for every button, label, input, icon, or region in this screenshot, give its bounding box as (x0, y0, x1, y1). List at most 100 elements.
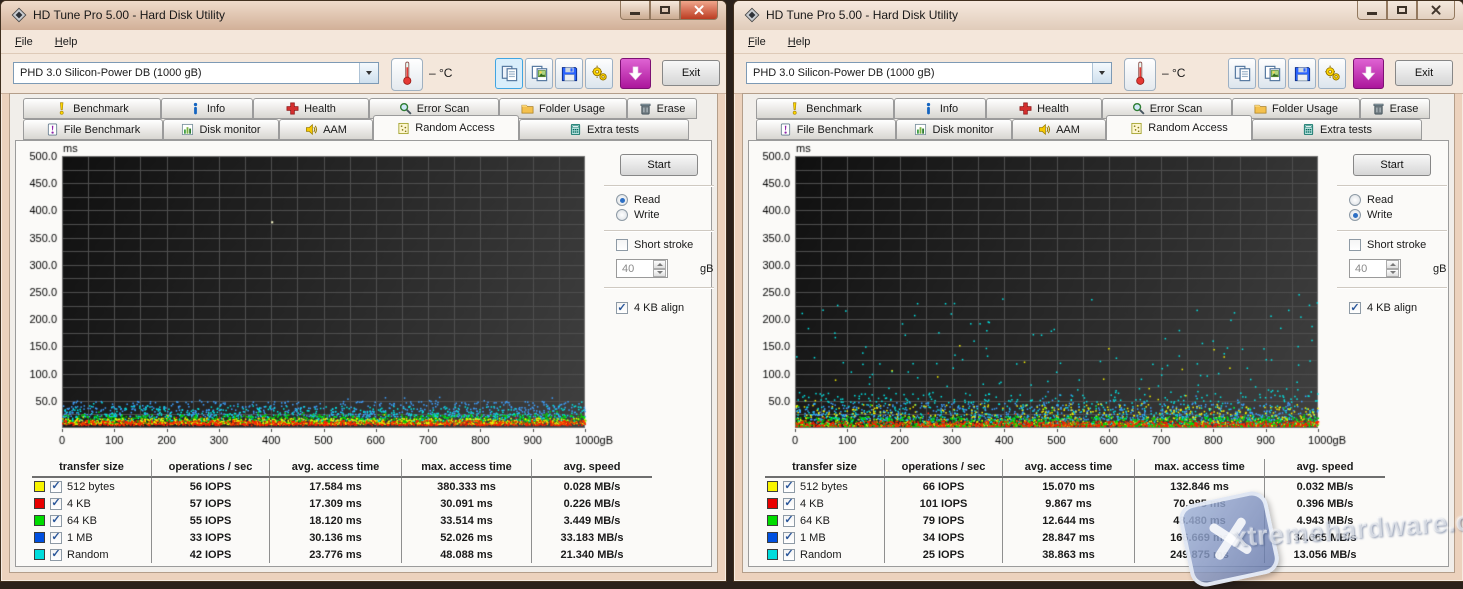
tab-health[interactable]: Health (986, 98, 1102, 119)
copy-text-button[interactable] (495, 58, 523, 89)
options-button[interactable] (1318, 58, 1346, 89)
spin-up-icon[interactable] (1386, 260, 1399, 269)
save-button[interactable] (1288, 58, 1316, 89)
tab-file-benchmark[interactable]: File Benchmark (23, 119, 163, 140)
read-radio[interactable] (616, 194, 628, 206)
maximize-button[interactable] (650, 1, 680, 20)
short-stroke-checkbox[interactable] (1349, 239, 1361, 251)
spin-up-icon[interactable] (653, 260, 666, 269)
dropdown-arrow-icon[interactable] (359, 63, 378, 83)
tab-disk-monitor[interactable]: Disk monitor (896, 119, 1012, 140)
ops-value: 101 IOPS (885, 495, 1003, 512)
short-stroke-option[interactable]: Short stroke (1349, 239, 1451, 251)
series-checkbox[interactable] (783, 532, 795, 544)
align-option[interactable]: 4 KB align (616, 302, 718, 314)
align-option[interactable]: 4 KB align (1349, 302, 1451, 314)
menu-file[interactable]: File (748, 36, 766, 48)
column-header: transfer size (32, 459, 152, 478)
series-checkbox[interactable] (783, 515, 795, 527)
transfer-size-label: 1 MB (67, 532, 93, 544)
update-button[interactable] (620, 58, 651, 89)
read-radio[interactable] (1349, 194, 1361, 206)
series-checkbox[interactable] (783, 549, 795, 561)
exit-button[interactable]: Exit (1395, 60, 1453, 86)
titlebar[interactable]: HD Tune Pro 5.00 - Hard Disk Utility (734, 1, 1463, 30)
menu-help[interactable]: Help (788, 36, 811, 48)
capacity-value[interactable]: 40 (1350, 263, 1386, 275)
dropdown-arrow-icon[interactable] (1092, 63, 1111, 83)
series-checkbox[interactable] (50, 481, 62, 493)
spin-down-icon[interactable] (1386, 269, 1399, 278)
temperature-button[interactable] (1124, 58, 1156, 91)
close-button[interactable] (680, 1, 718, 20)
tab-health[interactable]: Health (253, 98, 369, 119)
write-radio[interactable] (1349, 209, 1361, 221)
tab-extra-tests[interactable]: Extra tests (1252, 119, 1422, 140)
tab-benchmark[interactable]: Benchmark (23, 98, 161, 119)
start-button[interactable]: Start (620, 154, 698, 176)
minimize-button[interactable] (1357, 1, 1387, 20)
drive-select[interactable]: PHD 3.0 Silicon-Power DB (1000 gB) (746, 62, 1112, 84)
series-checkbox[interactable] (50, 532, 62, 544)
save-button[interactable] (555, 58, 583, 89)
tab-extra-tests[interactable]: Extra tests (519, 119, 689, 140)
write-label: Write (634, 209, 659, 221)
series-checkbox[interactable] (50, 549, 62, 561)
series-checkbox[interactable] (50, 515, 62, 527)
short-stroke-checkbox[interactable] (616, 239, 628, 251)
copyimg-icon (530, 64, 549, 83)
write-option[interactable]: Write (616, 209, 718, 221)
align-checkbox[interactable] (616, 302, 628, 314)
align-checkbox[interactable] (1349, 302, 1361, 314)
table-row-label: 1 MB (32, 529, 152, 546)
update-button[interactable] (1353, 58, 1384, 89)
copy-image-button[interactable] (1258, 58, 1286, 89)
tab-disk-monitor[interactable]: Disk monitor (163, 119, 279, 140)
options-button[interactable] (585, 58, 613, 89)
client-area: BenchmarkInfoHealthError ScanFolder Usag… (742, 93, 1455, 573)
tab-file-benchmark[interactable]: File Benchmark (756, 119, 896, 140)
avg-speed-value: 0.028 MB/s (532, 478, 652, 495)
temperature-button[interactable] (391, 58, 423, 91)
table-row-label: 64 KB (32, 512, 152, 529)
capacity-row: 40 gB (616, 259, 718, 278)
tab-random-access[interactable]: Random Access (373, 115, 519, 141)
ops-value: 34 IOPS (885, 529, 1003, 546)
read-option[interactable]: Read (1349, 194, 1451, 206)
bars-icon (181, 123, 194, 136)
exit-button[interactable]: Exit (662, 60, 720, 86)
menu-file[interactable]: File (15, 36, 33, 48)
tab-erase[interactable]: Erase (627, 98, 697, 119)
close-button[interactable] (1417, 1, 1455, 20)
titlebar[interactable]: HD Tune Pro 5.00 - Hard Disk Utility (1, 1, 726, 30)
series-checkbox[interactable] (783, 481, 795, 493)
table-row-label: 1 MB (765, 529, 885, 546)
menu-help[interactable]: Help (55, 36, 78, 48)
maximize-icon (1397, 6, 1407, 14)
tab-info[interactable]: Info (161, 98, 253, 119)
minimize-button[interactable] (620, 1, 650, 20)
read-option[interactable]: Read (616, 194, 718, 206)
tab-aam[interactable]: AAM (279, 119, 373, 140)
tab-erase[interactable]: Erase (1360, 98, 1430, 119)
spin-down-icon[interactable] (653, 269, 666, 278)
tab-benchmark[interactable]: Benchmark (756, 98, 894, 119)
series-checkbox[interactable] (783, 498, 795, 510)
maximize-button[interactable] (1387, 1, 1417, 20)
tab-random-access[interactable]: Random Access (1106, 115, 1252, 141)
write-option[interactable]: Write (1349, 209, 1451, 221)
capacity-input[interactable]: 40 (1349, 259, 1401, 278)
write-radio[interactable] (616, 209, 628, 221)
copy-image-button[interactable] (525, 58, 553, 89)
tab-aam[interactable]: AAM (1012, 119, 1106, 140)
start-button[interactable]: Start (1353, 154, 1431, 176)
short-stroke-option[interactable]: Short stroke (616, 239, 718, 251)
capacity-input[interactable]: 40 (616, 259, 668, 278)
tab-info[interactable]: Info (894, 98, 986, 119)
series-color-swatch (34, 498, 45, 509)
copy-text-button[interactable] (1228, 58, 1256, 89)
tab-label: Erase (657, 103, 686, 115)
capacity-value[interactable]: 40 (617, 263, 653, 275)
series-checkbox[interactable] (50, 498, 62, 510)
drive-select[interactable]: PHD 3.0 Silicon-Power DB (1000 gB) (13, 62, 379, 84)
